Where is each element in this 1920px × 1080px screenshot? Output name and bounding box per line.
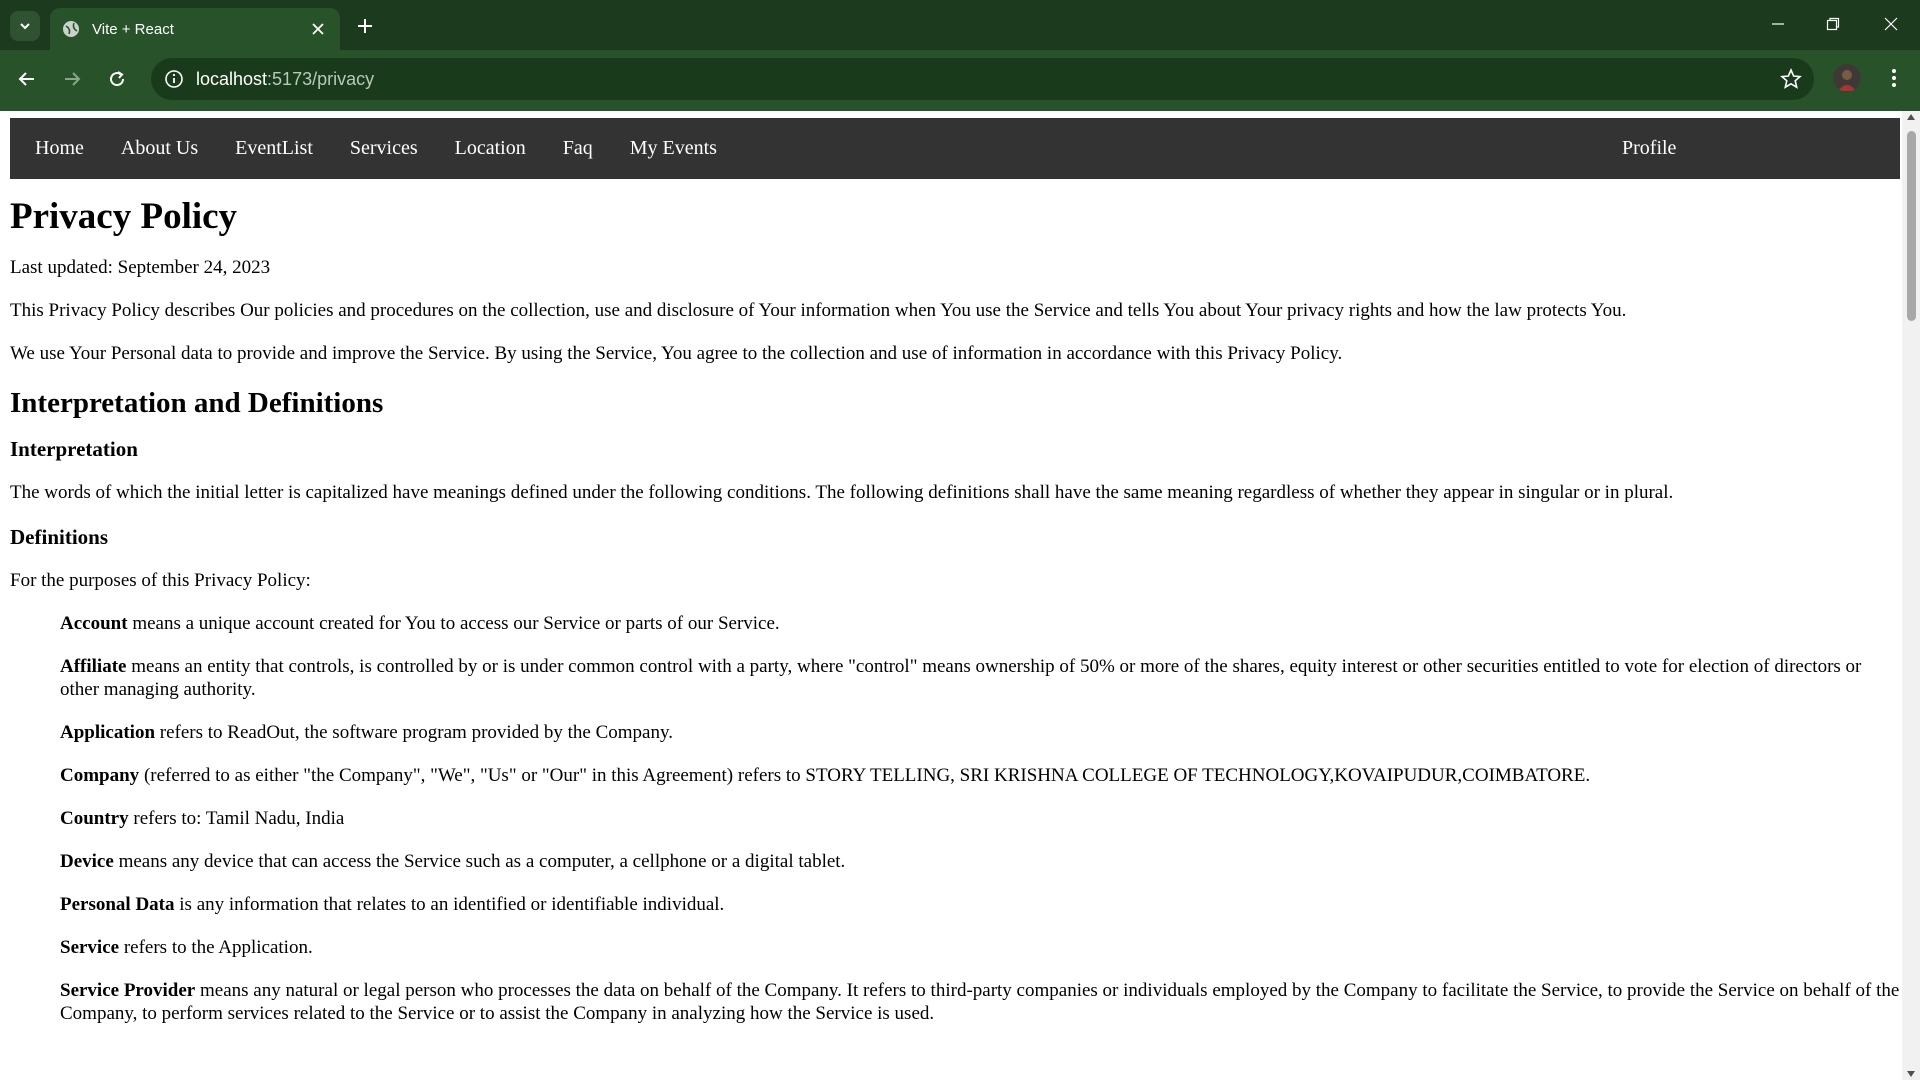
definition-term: Service xyxy=(60,937,120,958)
last-updated: Last updated: September 24, 2023 xyxy=(10,257,271,278)
definition-term: Personal Data xyxy=(60,894,175,915)
heading-definitions: Definitions xyxy=(10,525,109,549)
page-root: Home About Us EventList Services Locatio… xyxy=(10,118,1900,1045)
definition-text: is any information that relates to an id… xyxy=(174,894,725,915)
minimize-icon xyxy=(1772,23,1784,25)
definition-term: Application xyxy=(60,722,156,743)
interpretation-paragraph: The words of which the initial letter is… xyxy=(10,482,1674,503)
definitions-list: Account means a unique account created f… xyxy=(10,612,1900,1025)
heading-interpretation: Interpretation xyxy=(10,437,138,461)
address-bar[interactable]: localhost:5173/privacy xyxy=(151,58,1814,100)
url-host: localhost xyxy=(196,69,268,89)
url-path: :5173/privacy xyxy=(267,69,375,89)
privacy-content: Privacy Policy Last updated: September 2… xyxy=(10,179,1900,1025)
nav-link-my-events[interactable]: My Events xyxy=(616,137,731,160)
url-text: localhost:5173/privacy xyxy=(196,69,374,90)
definition-text: means a unique account created for You t… xyxy=(127,613,780,634)
nav-link-eventlist[interactable]: EventList xyxy=(221,137,327,160)
definition-item: Company (referred to as either "the Comp… xyxy=(60,764,1900,787)
arrow-left-icon xyxy=(18,72,34,86)
globe-icon xyxy=(62,20,80,38)
definition-item: Service refers to the Application. xyxy=(60,936,1900,959)
new-tab-button[interactable] xyxy=(352,13,378,39)
chevron-down-icon xyxy=(20,23,30,30)
definition-text: means any natural or legal person who pr… xyxy=(60,980,1900,1024)
scroll-down-arrow-icon xyxy=(1907,1071,1915,1077)
nav-link-profile[interactable]: Profile xyxy=(1622,137,1676,160)
minimize-button[interactable] xyxy=(1755,8,1801,40)
close-icon xyxy=(1884,17,1898,31)
profile-avatar[interactable] xyxy=(1833,64,1861,92)
definition-text: (referred to as either "the Company", "W… xyxy=(139,765,1591,786)
kebab-menu-icon[interactable] xyxy=(1882,66,1906,90)
definition-term: Service Provider xyxy=(60,980,196,1001)
browser-toolbar: localhost:5173/privacy xyxy=(0,50,1920,108)
definition-item: Service Provider means any natural or le… xyxy=(60,979,1900,1025)
intro-paragraph-1: This Privacy Policy describes Our polici… xyxy=(10,300,1627,321)
back-button[interactable] xyxy=(11,63,43,95)
definitions-intro: For the purposes of this Privacy Policy: xyxy=(10,570,311,591)
definition-text: means any device that can access the Ser… xyxy=(113,851,846,872)
nav-link-services[interactable]: Services xyxy=(336,137,432,160)
tab-title: Vite + React xyxy=(92,20,174,38)
plus-icon xyxy=(358,19,372,33)
page-scrollbar[interactable] xyxy=(1902,111,1920,1080)
bookmark-star-icon[interactable] xyxy=(1780,68,1802,90)
close-window-button[interactable] xyxy=(1868,8,1914,40)
tab-search-button[interactable] xyxy=(10,11,40,41)
browser-tabstrip: Vite + React xyxy=(0,0,1920,50)
nav-link-home[interactable]: Home xyxy=(21,137,98,160)
site-navbar: Home About Us EventList Services Locatio… xyxy=(10,118,1900,179)
restore-icon xyxy=(1826,17,1840,31)
restore-button[interactable] xyxy=(1810,8,1856,40)
definition-term: Device xyxy=(60,851,114,872)
forward-button[interactable] xyxy=(56,63,88,95)
definition-text: refers to: Tamil Nadu, India xyxy=(128,808,345,829)
definition-item: Country refers to: Tamil Nadu, India xyxy=(60,807,1900,830)
page-viewport: Home About Us EventList Services Locatio… xyxy=(0,111,1920,1080)
definition-text: means an entity that controls, is contro… xyxy=(60,656,1862,700)
definition-term: Country xyxy=(60,808,129,829)
close-icon[interactable] xyxy=(308,19,328,39)
definition-text: refers to the Application. xyxy=(119,937,313,958)
nav-link-about-us[interactable]: About Us xyxy=(107,137,212,160)
definition-text: refers to ReadOut, the software program … xyxy=(155,722,673,743)
intro-paragraph-2: We use Your Personal data to provide and… xyxy=(10,343,1343,364)
definition-term: Account xyxy=(60,613,128,634)
heading-interpretation-definitions: Interpretation and Definitions xyxy=(10,387,384,419)
definition-item: Application refers to ReadOut, the softw… xyxy=(60,721,1900,744)
arrow-right-icon xyxy=(65,72,81,86)
scroll-up-arrow-icon xyxy=(1907,114,1915,120)
definition-item: Device means any device that can access … xyxy=(60,850,1900,873)
definition-item: Affiliate means an entity that controls,… xyxy=(60,655,1900,701)
scrollbar-thumb[interactable] xyxy=(1907,131,1916,321)
reload-icon xyxy=(110,71,125,87)
browser-tab-active[interactable]: Vite + React xyxy=(50,8,340,50)
definition-term: Affiliate xyxy=(60,656,127,677)
definition-item: Account means a unique account created f… xyxy=(60,612,1900,635)
nav-link-faq[interactable]: Faq xyxy=(549,137,607,160)
nav-link-location[interactable]: Location xyxy=(441,137,540,160)
info-icon[interactable] xyxy=(164,69,184,89)
reload-button[interactable] xyxy=(101,63,133,95)
definition-item: Personal Data is any information that re… xyxy=(60,893,1900,916)
page-title: Privacy Policy xyxy=(10,196,238,237)
definition-term: Company xyxy=(60,765,140,786)
